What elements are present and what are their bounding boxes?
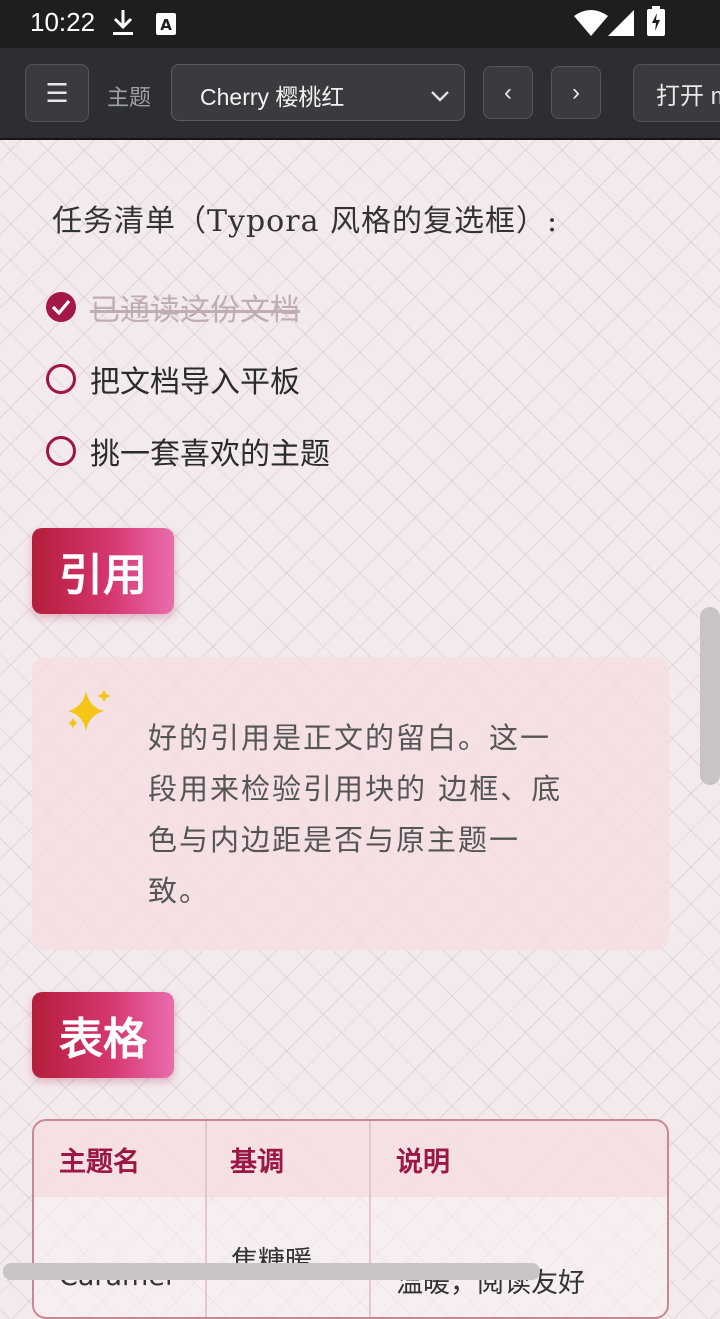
table-header-cell: 主题名 [34,1121,206,1197]
section-heading-table: 表格 [32,992,174,1078]
table-divider [369,1121,371,1317]
open-file-button[interactable]: 打开 m [633,64,720,122]
quote-line: 好的引用是正文的留白。这一 [148,721,552,755]
menu-icon: ☰ [45,77,69,108]
chevron-right-icon: › [572,78,580,106]
document-view[interactable]: 任务清单（Typora 风格的复选框）: 已通读这份文档 把文档导入平板 挑一套… [0,140,720,1319]
quote-line: 段用来检验引用块的 边框、底 [148,772,563,806]
sparkles-icon [64,687,114,739]
quote-text: 好的引用是正文的留白。这一 段用来检验引用块的 边框、底 色与内边距是否与原主题… [148,713,618,917]
prev-theme-button[interactable]: ‹ [483,66,533,119]
checkbox-icon[interactable] [46,436,76,466]
table-divider [205,1121,207,1317]
horizontal-scrollbar[interactable] [3,1263,540,1280]
chevron-left-icon: ‹ [504,78,512,106]
open-file-label: 打开 m [656,82,720,110]
task-item[interactable]: 把文档导入平板 [46,359,300,400]
quote-line: 致。 [148,874,211,908]
theme-select[interactable]: Cherry 樱桃红 [171,64,465,121]
checkbox-checked-icon[interactable] [46,292,76,322]
theme-select-value: Cherry 樱桃红 [200,84,345,110]
status-bar: 10:22 A [0,0,720,48]
menu-button[interactable]: ☰ [25,64,89,122]
toolbar: ☰ 主题 Cherry 樱桃红 ‹ › 打开 m [0,48,720,140]
next-theme-button[interactable]: › [551,66,601,119]
task-item[interactable]: 挑一套喜欢的主题 [46,431,330,472]
quote-line: 色与内边距是否与原主题一 [148,823,521,857]
battery-icon [647,6,665,40]
task-label: 把文档导入平板 [90,365,300,400]
status-time: 10:22 [30,7,96,37]
checkbox-icon[interactable] [46,364,76,394]
task-label: 挑一套喜欢的主题 [90,437,330,472]
a-box-icon: A [155,12,177,40]
data-table: 主题名 基调 说明 Caramel 焦糖暖 温暖，阅读友好 [32,1119,669,1319]
svg-text:A: A [160,16,172,34]
vertical-scrollbar[interactable] [700,607,720,785]
task-list-title: 任务清单（Typora 风格的复选框）: [52,204,559,239]
task-item[interactable]: 已通读这份文档 [46,287,300,328]
wifi-icon [574,10,608,40]
table-header-cell: 基调 [206,1121,370,1197]
task-label: 已通读这份文档 [90,293,300,328]
download-icon [110,8,136,42]
table-header-cell: 说明 [370,1121,667,1197]
chevron-down-icon [430,82,450,109]
signal-icon [608,10,634,40]
section-heading-quote: 引用 [32,528,174,614]
theme-label: 主题 [107,86,152,111]
blockquote: 好的引用是正文的留白。这一 段用来检验引用块的 边框、底 色与内边距是否与原主题… [32,657,669,950]
